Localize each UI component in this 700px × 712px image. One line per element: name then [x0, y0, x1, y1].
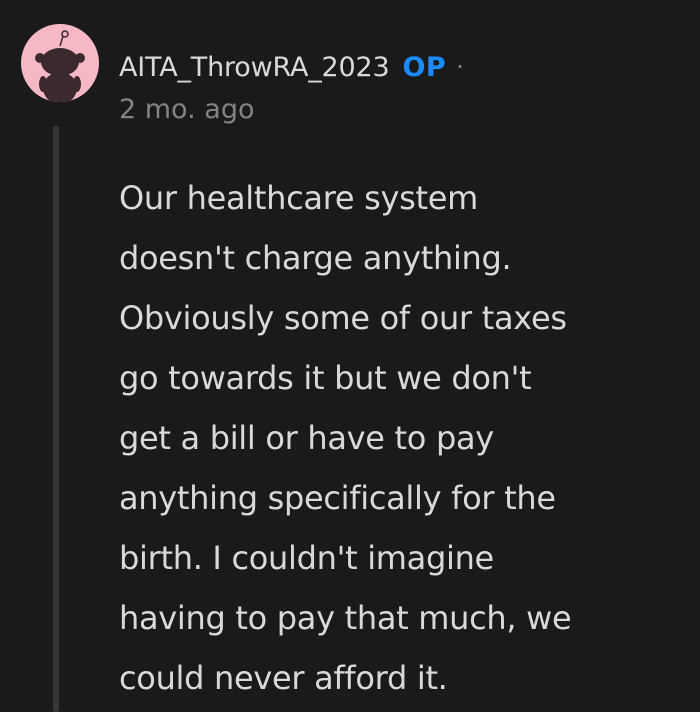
comment-body-line: get a bill or have to pay	[119, 419, 494, 457]
comment: AITA_ThrowRA_2023 OP · 2 mo. ago Our hea…	[0, 0, 700, 712]
comment-body-line: Our healthcare system	[119, 179, 478, 217]
comment-body-line: could never afford it.	[119, 659, 448, 697]
comment-header: AITA_ThrowRA_2023 OP ·	[119, 44, 464, 90]
comment-body-line: having to pay that much, we	[119, 599, 572, 637]
comment-timestamp[interactable]: 2 mo. ago	[119, 94, 254, 125]
comment-body-line: Obviously some of our taxes	[119, 299, 567, 337]
comment-body-line: doesn't charge anything.	[119, 239, 512, 277]
author-username[interactable]: AITA_ThrowRA_2023	[119, 52, 390, 83]
comment-body-line: birth. I couldn't imagine	[119, 539, 494, 577]
separator-dot: ·	[456, 53, 464, 81]
comment-body: Our healthcare system doesn't charge any…	[119, 168, 679, 708]
thread-collapse-line[interactable]	[53, 126, 59, 712]
snoo-avatar-icon[interactable]	[21, 24, 99, 102]
comment-body-line: anything specifically for the	[119, 479, 556, 517]
op-badge: OP	[402, 51, 447, 83]
comment-body-line: go towards it but we don't	[119, 359, 532, 397]
